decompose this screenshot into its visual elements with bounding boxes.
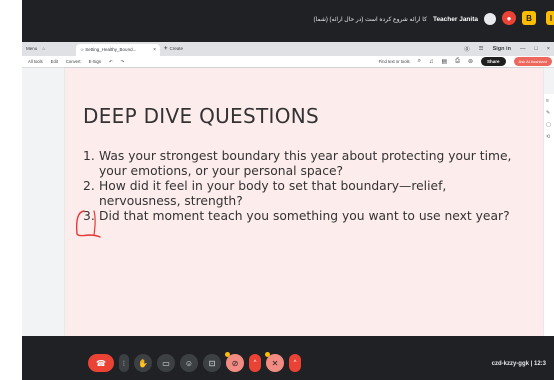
edit-button[interactable]: Edit bbox=[51, 59, 58, 64]
mic-off-button[interactable]: ✕ bbox=[265, 352, 284, 372]
share-button[interactable]: Share bbox=[481, 57, 506, 66]
emoji-button[interactable]: ☺ bbox=[180, 354, 198, 372]
list-item: 3. Did that moment teach you something y… bbox=[83, 209, 523, 224]
redo-icon[interactable]: ↷ bbox=[121, 59, 125, 64]
panel-icon[interactable]: ≡ bbox=[546, 98, 549, 104]
end-call-button[interactable]: ☎ bbox=[88, 354, 114, 372]
find-text-field[interactable]: Find text or tools bbox=[379, 59, 410, 64]
esign-button[interactable]: E-Sign bbox=[89, 59, 102, 64]
raise-hand-button[interactable]: ✋ bbox=[134, 354, 152, 372]
minimize-icon[interactable]: — bbox=[520, 46, 526, 52]
present-button[interactable]: ⊡ bbox=[203, 354, 221, 372]
pen-annotation-mark bbox=[75, 210, 101, 238]
sign-in-link[interactable]: Sign in bbox=[493, 46, 511, 52]
headphones-icon[interactable]: ♫ bbox=[429, 59, 434, 65]
menu-icon[interactable]: Menu bbox=[26, 46, 37, 51]
home-icon[interactable]: ⌂ bbox=[42, 46, 45, 51]
top-button-i[interactable]: I bbox=[546, 11, 554, 25]
slide-title: DEEP DIVE QUESTIONS bbox=[83, 104, 319, 128]
presenter-label: (شما) کا ارائه شروع کرده است (در حال ارا… bbox=[314, 13, 496, 25]
question-text: Did that moment teach you something you … bbox=[99, 209, 510, 223]
pdf-toolbar: All tools Edit Convert E-Sign ↶ ↷ Find t… bbox=[22, 56, 554, 68]
plus-icon: + bbox=[164, 46, 168, 52]
print-icon[interactable]: ⎙ bbox=[455, 58, 460, 65]
ask-ai-button[interactable]: Ask AI Assistant bbox=[513, 57, 552, 66]
camera-options-caret[interactable]: ^ bbox=[249, 354, 261, 372]
presenter-subtitle: (شما) کا ارائه شروع کرده است (در حال ارا… bbox=[313, 16, 427, 23]
undo-icon[interactable]: ↶ bbox=[109, 59, 113, 64]
warning-dot-icon bbox=[265, 352, 270, 357]
slide-page: DEEP DIVE QUESTIONS 1. Was your stronges… bbox=[65, 68, 543, 336]
help-icon[interactable]: ⓪ bbox=[464, 45, 470, 53]
window-controls: ⓪ ☰ Sign in — □ × bbox=[464, 45, 550, 53]
avatar bbox=[484, 13, 496, 25]
panel-icon[interactable]: ▢ bbox=[546, 122, 551, 128]
convert-button[interactable]: Convert bbox=[66, 59, 81, 64]
question-list: 1. Was your strongest boundary this year… bbox=[83, 149, 523, 225]
shared-browser-window: Menu ⌂ ☆ Setting_Healthy_Bound... × + Cre… bbox=[22, 42, 554, 336]
top-button-b[interactable]: B bbox=[522, 11, 536, 25]
settings-icon[interactable]: ☰ bbox=[479, 46, 484, 52]
presenter-name: Teacher Janita bbox=[432, 15, 478, 23]
panel-icon[interactable]: ⟲ bbox=[546, 134, 550, 140]
new-tab-label: Create bbox=[169, 46, 184, 51]
mic-options-caret[interactable]: ^ bbox=[289, 354, 301, 372]
document-area: DEEP DIVE QUESTIONS 1. Was your stronges… bbox=[22, 68, 554, 336]
comment-icon[interactable]: ▤ bbox=[442, 58, 448, 65]
meet-controls: ☎ ⋮ ✋ ▭ ☺ ⊡ ⊘ ^ ✕ ^ bbox=[88, 352, 301, 372]
meeting-code-text: czd-kzzy-ggk bbox=[491, 361, 529, 367]
toolbar-right: Find text or tools ⌕ ♫ ▤ ⎙ ⊚ Share Ask A… bbox=[379, 57, 552, 66]
tab-title: ☆ Setting_Healthy_Bound... bbox=[80, 47, 137, 52]
question-number: 2. bbox=[83, 179, 95, 193]
maximize-icon[interactable]: □ bbox=[534, 46, 537, 52]
all-tools-button[interactable]: All tools bbox=[28, 59, 43, 64]
meet-top-bar: (شما) کا ارائه شروع کرده است (در حال ارا… bbox=[22, 0, 554, 38]
camera-off-button[interactable]: ⊘ bbox=[225, 352, 244, 372]
captions-button[interactable]: ▭ bbox=[157, 354, 175, 372]
list-item: 1. Was your strongest boundary this year… bbox=[83, 149, 523, 178]
right-side-panel: ≡ ✎ ▢ ⟲ bbox=[544, 94, 554, 336]
meeting-time: | 12:3 bbox=[530, 361, 546, 367]
tab-document[interactable]: ☆ Setting_Healthy_Bound... × bbox=[76, 44, 160, 56]
new-tab-button[interactable]: + Create bbox=[164, 46, 183, 52]
meeting-code: czd-kzzy-ggk | 12:3 bbox=[492, 361, 546, 367]
more-options-button[interactable]: ⋮ bbox=[119, 354, 129, 372]
question-number: 1. bbox=[83, 149, 95, 163]
toolbar-left: All tools Edit Convert E-Sign ↶ ↷ bbox=[28, 59, 124, 64]
close-window-icon[interactable]: × bbox=[547, 46, 550, 52]
browser-menu[interactable]: Menu ⌂ bbox=[26, 46, 45, 51]
panel-icon[interactable]: ✎ bbox=[546, 110, 550, 116]
record-icon[interactable]: ● bbox=[502, 11, 516, 25]
close-icon[interactable]: × bbox=[153, 47, 156, 53]
warning-dot-icon bbox=[225, 352, 230, 357]
question-text: Was your strongest boundary this year ab… bbox=[99, 149, 512, 178]
list-item: 2. How did it feel in your body to set t… bbox=[83, 179, 523, 208]
bookmark-icon[interactable]: ⊚ bbox=[468, 58, 473, 65]
tab-bar: Menu ⌂ ☆ Setting_Healthy_Bound... × + Cre… bbox=[22, 42, 554, 56]
question-text: How did it feel in your body to set that… bbox=[99, 179, 447, 208]
search-icon[interactable]: ⌕ bbox=[418, 58, 421, 65]
